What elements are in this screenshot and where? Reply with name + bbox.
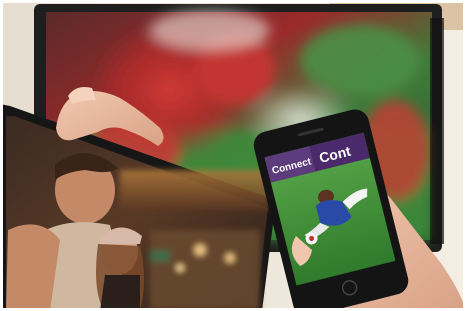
- photo-scene: Connect Cont: [0, 0, 466, 311]
- woman-in-tablet: [96, 227, 144, 311]
- photo-canvas: Connect Cont: [0, 0, 466, 311]
